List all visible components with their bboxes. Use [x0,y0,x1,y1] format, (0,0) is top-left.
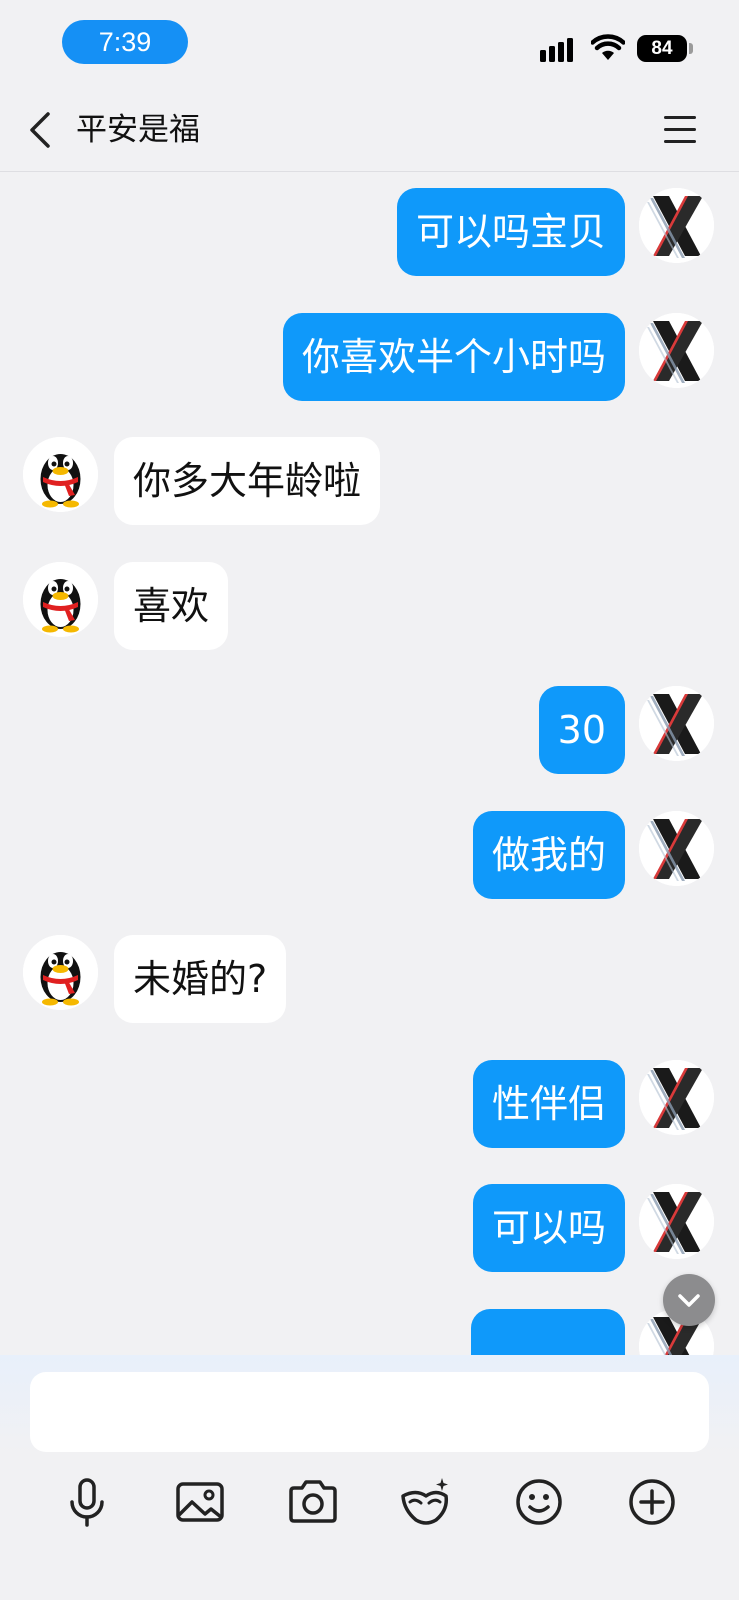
sticker-button[interactable] [396,1472,456,1532]
outgoing-message: 性伴侣 [0,1045,739,1148]
chevron-left-icon [30,112,50,148]
image-button[interactable] [170,1472,230,1532]
contact-avatar[interactable] [23,935,98,1010]
outgoing-message: 你喜欢半个小时吗 [0,298,739,401]
incoming-message: 未婚的? [0,920,739,1023]
message-bubble[interactable]: 做我的 [472,811,625,899]
message-bubble[interactable]: 性伴侣 [472,1060,625,1148]
microphone-icon [70,1478,104,1527]
message-bubble[interactable]: 喜欢 [114,562,229,650]
message-list[interactable]: 可以吗宝贝 你喜欢半个小时吗 你多大年龄啦 喜欢 30 做我的 未婚的? 性伴侣… [0,173,739,1355]
my-avatar[interactable] [639,686,714,761]
message-bubble[interactable] [471,1309,625,1355]
plus-circle-icon [629,1479,675,1525]
cellular-signal-icon [540,36,580,62]
outgoing-message: 可以吗宝贝 [0,173,739,276]
emoji-icon [516,1479,562,1525]
chat-header: 平安是福 [0,86,739,172]
contact-avatar[interactable] [23,437,98,512]
camera-icon [289,1480,337,1523]
wifi-icon [591,34,625,60]
camera-button[interactable] [283,1472,343,1532]
my-avatar[interactable] [639,1060,714,1135]
more-button[interactable] [622,1472,682,1532]
chat-title: 平安是福 [76,112,200,148]
menu-button[interactable] [660,113,698,147]
my-avatar[interactable] [639,811,714,886]
message-bubble[interactable]: 你多大年龄啦 [114,437,381,525]
message-input[interactable] [30,1372,709,1452]
hamburger-menu-icon [664,116,696,119]
incoming-message: 你多大年龄啦 [0,422,739,525]
outgoing-message [0,1294,739,1355]
back-button[interactable] [22,108,62,152]
mask-sticker-icon [401,1478,449,1525]
outgoing-message: 30 [0,671,739,774]
outgoing-message: 可以吗 [0,1169,739,1272]
battery-tip [689,43,693,54]
status-bar: 7:39 84 [0,0,739,86]
message-bubble[interactable]: 可以吗宝贝 [396,188,625,276]
scroll-to-bottom-button[interactable] [663,1274,715,1326]
battery-level: 84 [637,35,687,62]
image-icon [176,1482,224,1522]
chevron-down-icon [678,1294,700,1307]
emoji-button[interactable] [509,1472,569,1532]
composer [0,1355,739,1600]
contact-avatar[interactable] [23,562,98,637]
incoming-message: 喜欢 [0,547,739,650]
my-avatar[interactable] [639,313,714,388]
microphone-button[interactable] [57,1472,117,1532]
my-avatar[interactable] [639,1184,714,1259]
message-bubble[interactable]: 你喜欢半个小时吗 [282,313,625,401]
my-avatar[interactable] [639,188,714,263]
message-bubble[interactable]: 30 [538,686,625,774]
status-time: 7:39 [62,20,188,64]
message-bubble[interactable]: 可以吗 [472,1184,625,1272]
outgoing-message: 做我的 [0,796,739,899]
message-bubble[interactable]: 未婚的? [114,935,287,1023]
